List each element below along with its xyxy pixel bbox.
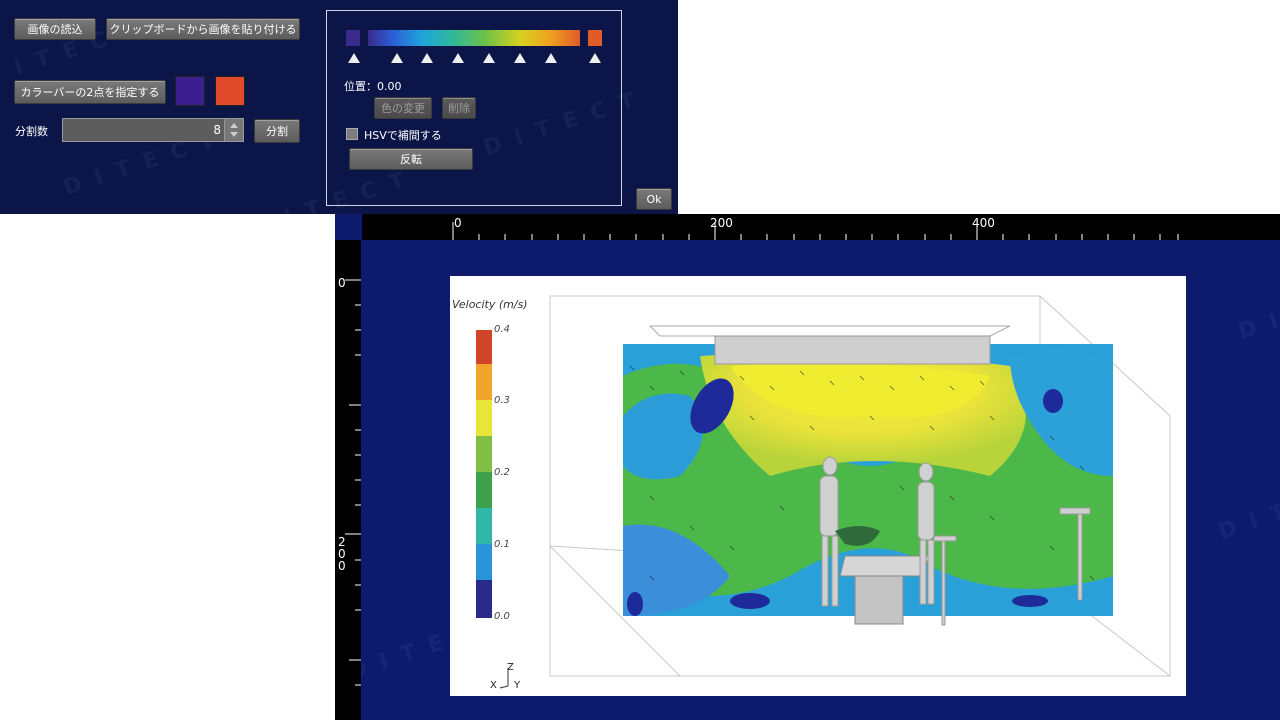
colorbar-handle-icon[interactable]: [391, 53, 403, 63]
velocity-contour-figure: [450, 276, 1186, 696]
divisions-label: 分割数: [15, 125, 48, 138]
colorbar-end-block[interactable]: [588, 30, 602, 46]
legend-tick: 0.3: [494, 395, 510, 406]
divisions-value: 8: [213, 123, 221, 137]
axis-x-label: X: [490, 680, 497, 691]
left-ruler-label-200: 200: [338, 535, 346, 573]
ruler-corner: [335, 214, 362, 240]
ruler-label-0: 0: [454, 216, 462, 230]
colorbar-handle-icon[interactable]: [421, 53, 433, 63]
colorbar-handle-icon[interactable]: [348, 53, 360, 63]
spin-arrows-icon[interactable]: [224, 119, 243, 141]
divisions-spinbox[interactable]: 8: [62, 118, 244, 142]
colorbar-handle-icon[interactable]: [452, 53, 464, 63]
legend-tick: 0.4: [494, 324, 510, 335]
watermark: DITECT: [1235, 268, 1280, 345]
hsv-label: HSVで補間する: [364, 129, 442, 142]
position-readout: 位置：0.00: [344, 80, 402, 93]
change-color-button[interactable]: 色の変更: [374, 97, 432, 119]
axis-z-label: Z: [507, 662, 514, 673]
axis-y-label: Y: [514, 680, 521, 691]
legend-tick: 0.1: [494, 539, 510, 550]
colorbar-handle-icon[interactable]: [589, 53, 601, 63]
specify-colorbar-points-button[interactable]: カラーバーの2点を指定する: [14, 80, 166, 104]
colorbar-handle-icon[interactable]: [545, 53, 557, 63]
end-color-swatch[interactable]: [215, 76, 245, 106]
velocity-legend-bar: [476, 330, 492, 618]
legend-tick: 0.2: [494, 467, 510, 478]
ruler-label-400: 400: [972, 216, 995, 230]
left-ruler: [335, 240, 361, 720]
hsv-checkbox[interactable]: [346, 128, 358, 140]
left-ruler-label-0: 0: [338, 276, 346, 290]
start-color-swatch[interactable]: [175, 76, 205, 106]
delete-button[interactable]: 削除: [442, 97, 476, 119]
paste-clipboard-button[interactable]: クリップボードから画像を貼り付ける: [106, 18, 300, 40]
top-ruler: [362, 214, 1280, 240]
reverse-button[interactable]: 反転: [349, 148, 473, 170]
room-airflow-illustration: [476, 295, 1171, 689]
legend-tick: 0.0: [494, 611, 510, 622]
load-image-button[interactable]: 画像の読込: [14, 18, 96, 40]
ok-button[interactable]: Ok: [636, 188, 672, 210]
colorbar-start-block[interactable]: [346, 30, 360, 46]
ruler-label-200: 200: [710, 216, 733, 230]
legend-title: Velocity (m/s): [452, 298, 528, 311]
colorbar-gradient[interactable]: [368, 30, 580, 46]
split-button[interactable]: 分割: [254, 119, 300, 143]
watermark: DITECT: [1215, 468, 1280, 545]
colorbar-handle-icon[interactable]: [514, 53, 526, 63]
colorbar-handle-icon[interactable]: [483, 53, 495, 63]
